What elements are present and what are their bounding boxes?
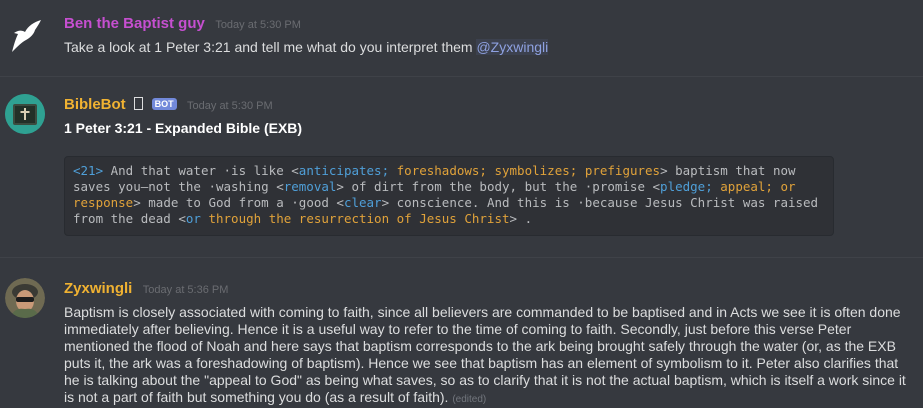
message-text: Baptism is closely associated with comin…	[64, 304, 906, 405]
message-divider	[0, 76, 923, 77]
edited-tag: (edited)	[452, 394, 487, 405]
user-mention[interactable]: @Zyxwingli	[476, 39, 549, 55]
verse-codeblock: <21> And that water ·is like <anticipate…	[64, 156, 834, 236]
message-text: Take a look at 1 Peter 3:21 and tell me …	[64, 39, 473, 55]
bible-book-icon	[5, 94, 45, 134]
author-name[interactable]: Zyxwingli	[64, 280, 132, 297]
message-body: Baptism is closely associated with comin…	[64, 304, 916, 408]
bird-icon	[12, 20, 41, 52]
user-photo-icon	[5, 278, 45, 318]
emoji-placeholder-icon	[134, 97, 144, 110]
author-name[interactable]: BibleBot	[64, 96, 126, 113]
timestamp: Today at 5:36 PM	[142, 284, 229, 296]
timestamp: Today at 5:30 PM	[215, 19, 301, 31]
avatar-biblebot[interactable]	[5, 94, 45, 134]
avatar-bird[interactable]	[8, 16, 44, 56]
bot-badge: BOT	[151, 98, 177, 110]
message-divider	[0, 257, 923, 258]
author-name[interactable]: Ben the Baptist guy	[64, 15, 205, 32]
timestamp: Today at 5:30 PM	[187, 100, 273, 112]
avatar-zyxwingli[interactable]	[5, 278, 45, 318]
verse-heading: 1 Peter 3:21 - Expanded Bible (EXB)	[64, 120, 303, 136]
